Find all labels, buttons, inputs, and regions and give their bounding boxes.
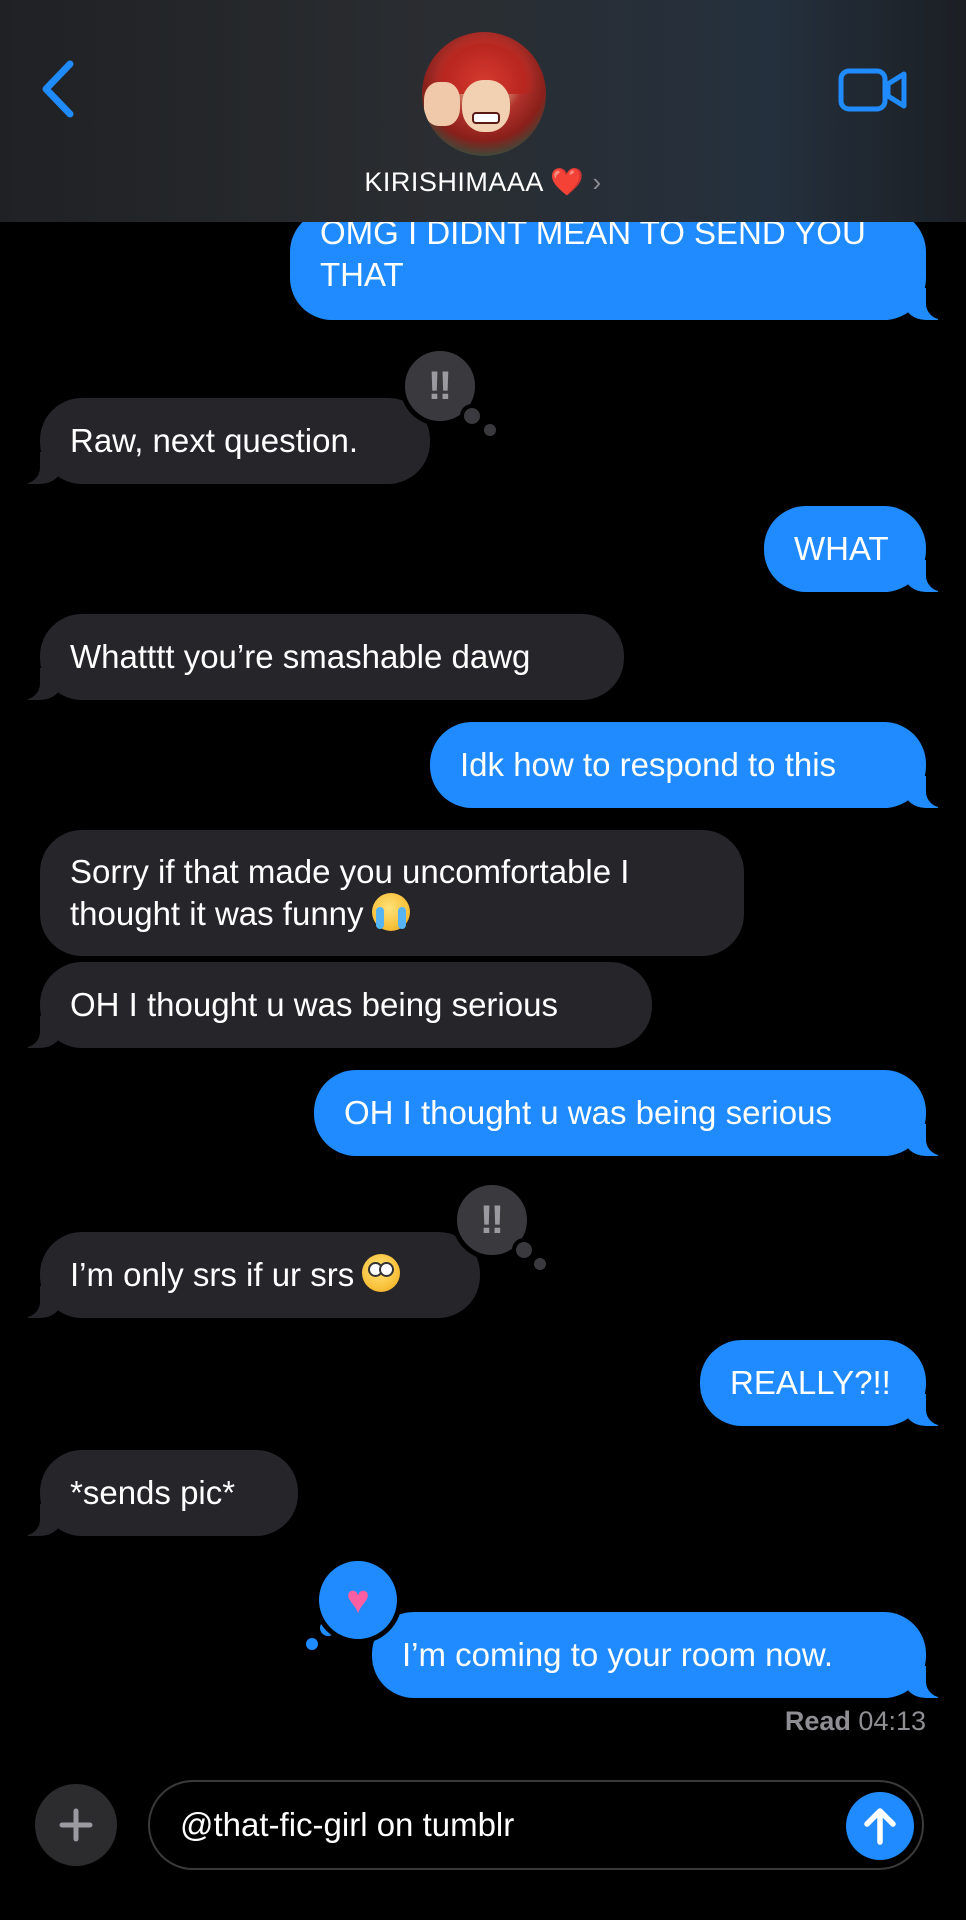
read-time: 04:13: [858, 1706, 926, 1736]
chevron-right-icon: ›: [592, 167, 602, 197]
loudly-crying-face-icon: [371, 893, 410, 931]
message-outgoing[interactable]: WHAT: [764, 506, 948, 592]
tapback-tail: [534, 1258, 546, 1270]
send-button[interactable]: [846, 1792, 914, 1860]
message-text: Raw, next question.: [70, 422, 359, 459]
message-text-line: Sorry if that made you uncomfortable I: [70, 853, 630, 890]
contact-name: KIRISHIMAAA ❤️: [364, 167, 585, 197]
message-outgoing[interactable]: Idk how to respond to this: [430, 722, 948, 808]
tapback-symbol: ♥: [346, 1577, 370, 1622]
read-receipt: Read 04:13: [785, 1706, 926, 1737]
message-text: REALLY?!!: [730, 1364, 891, 1401]
message-text: Whatttt you’re smashable dawg: [70, 638, 531, 675]
plus-button[interactable]: [35, 1784, 117, 1866]
message-incoming[interactable]: I’m only srs if ur srs: [18, 1232, 480, 1318]
video-camera-icon[interactable]: [838, 66, 908, 114]
tapback-symbol: ‼: [479, 1197, 505, 1242]
message-outgoing[interactable]: I’m coming to your room now.: [372, 1612, 948, 1698]
message-incoming[interactable]: Sorry if that made you uncomfortable I t…: [40, 830, 744, 956]
message-outgoing[interactable]: OH I thought u was being serious: [314, 1070, 948, 1156]
tapback-tail: [512, 1238, 536, 1262]
message-text: Idk how to respond to this: [460, 746, 837, 783]
message-text: OH I thought u was being serious: [344, 1094, 832, 1131]
back-chevron-icon[interactable]: [36, 58, 80, 120]
heart-tapback-icon[interactable]: ♥: [314, 1556, 402, 1644]
message-outgoing[interactable]: OMG I DIDNT MEAN TO SEND YOU THAT: [290, 210, 948, 320]
message-text-line: THAT: [320, 256, 404, 293]
plus-icon: [59, 1808, 93, 1842]
contact-avatar[interactable]: [422, 32, 546, 156]
send-arrow-up-icon: [864, 1808, 896, 1845]
tapback-tail: [484, 424, 496, 436]
conversation-header: KIRISHIMAAA ❤️ ›: [0, 0, 966, 222]
face-with-rolling-eyes-icon: [362, 1254, 401, 1292]
read-label: Read: [784, 1706, 851, 1736]
message-text: I’m only srs if ur srs: [70, 1256, 355, 1293]
tapback-symbol: ‼: [427, 363, 453, 408]
tapback-tail: [306, 1638, 318, 1650]
message-text-line: thought it was funny: [70, 895, 364, 932]
message-incoming[interactable]: Whatttt you’re smashable dawg: [18, 614, 624, 700]
contact-name-button[interactable]: KIRISHIMAAA ❤️ ›: [0, 166, 966, 198]
message-incoming[interactable]: Raw, next question.: [18, 398, 430, 484]
message-text: *sends pic*: [70, 1474, 236, 1511]
message-text: OH I thought u was being serious: [70, 986, 558, 1023]
tapback-tail: [460, 404, 484, 428]
message-text: I’m coming to your room now.: [402, 1636, 833, 1673]
message-incoming[interactable]: OH I thought u was being serious: [18, 962, 652, 1048]
message-input[interactable]: @that-fic-girl on tumblr: [148, 1780, 924, 1870]
message-incoming[interactable]: *sends pic*: [18, 1450, 298, 1536]
message-outgoing[interactable]: REALLY?!!: [700, 1340, 948, 1426]
message-input-value: @that-fic-girl on tumblr: [180, 1806, 515, 1843]
message-text: WHAT: [794, 530, 889, 567]
